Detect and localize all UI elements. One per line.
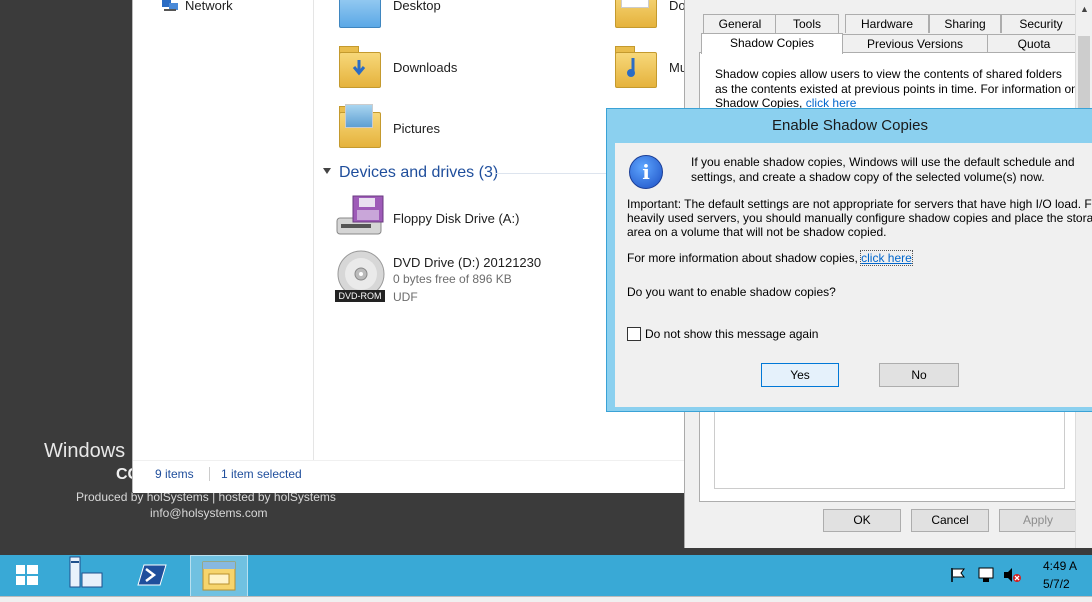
dialog-msg1-line2: settings, and create a shadow copy of th…	[691, 170, 1045, 184]
dvd-rom-badge: DVD-ROM	[335, 290, 385, 302]
dialog-more-info: For more information about shadow copies…	[627, 250, 913, 266]
window-bottom-edge	[0, 596, 1092, 602]
status-selection: 1 item selected	[221, 467, 302, 481]
downloads-folder-icon[interactable]	[337, 42, 381, 88]
navigation-pane: Network	[133, 0, 314, 460]
status-bar: 9 items 1 item selected	[133, 460, 685, 493]
ok-button[interactable]: OK	[823, 509, 901, 532]
apply-button[interactable]: Apply	[999, 509, 1077, 532]
dont-show-checkbox[interactable]	[627, 327, 641, 341]
enable-shadow-copies-dialog: Enable Shadow Copies i If you enable sha…	[606, 108, 1092, 412]
folder-label-pictures[interactable]: Pictures	[393, 121, 440, 136]
nav-item-network[interactable]: Network	[185, 0, 233, 13]
more-info-link[interactable]: click here	[860, 250, 913, 266]
dialog-msg2-line1: Important: The default settings are not …	[627, 197, 1092, 211]
clock-date[interactable]: 5/7/2	[1043, 577, 1070, 591]
dont-show-label[interactable]: Do not show this message again	[645, 327, 818, 341]
cancel-button[interactable]: Cancel	[911, 509, 989, 532]
tab-previous-versions[interactable]: Previous Versions	[841, 34, 989, 53]
folder-label-downloads[interactable]: Downloads	[393, 60, 457, 75]
drive-label-floppy[interactable]: Floppy Disk Drive (A:)	[393, 211, 519, 226]
collapse-arrow-icon[interactable]	[323, 168, 331, 174]
tab-security[interactable]: Security	[1001, 14, 1081, 33]
action-center-flag-icon[interactable]	[950, 567, 968, 586]
desktop-folder-icon[interactable]	[337, 0, 381, 28]
taskbar: 4:49 A 5/7/2	[0, 555, 1092, 601]
volume-muted-icon[interactable]	[1002, 567, 1022, 586]
powershell-button[interactable]	[126, 555, 176, 595]
music-folder-icon[interactable]	[613, 42, 657, 88]
dialog-msg1-line1: If you enable shadow copies, Windows wil…	[691, 155, 1075, 169]
dialog-body: i If you enable shadow copies, Windows w…	[615, 143, 1092, 407]
file-explorer-icon	[202, 561, 236, 591]
network-tray-icon[interactable]	[978, 567, 996, 586]
tab-sharing[interactable]: Sharing	[929, 14, 1001, 33]
drive-filesystem: UDF	[393, 290, 418, 304]
documents-folder-icon[interactable]	[613, 0, 657, 28]
scroll-up-icon[interactable]: ▲	[1080, 4, 1089, 14]
file-explorer-button[interactable]	[190, 555, 248, 597]
yes-button[interactable]: Yes	[761, 363, 839, 387]
watermark-email: info@holsystems.com	[150, 506, 268, 520]
tab-tools[interactable]: Tools	[775, 14, 839, 33]
no-button[interactable]: No	[879, 363, 959, 387]
status-item-count: 9 items	[155, 467, 194, 481]
dialog-question: Do you want to enable shadow copies?	[627, 285, 836, 299]
tab-general[interactable]: General	[703, 14, 777, 33]
drive-label-dvd[interactable]: DVD Drive (D:) 20121230	[393, 255, 541, 270]
dvd-drive-icon[interactable]: DVD-ROM	[333, 250, 389, 306]
dialog-msg2-line2: heavily used servers, you should manuall…	[627, 211, 1092, 225]
drive-free-space: 0 bytes free of 896 KB	[393, 272, 512, 286]
powershell-icon	[137, 564, 167, 586]
tab-quota[interactable]: Quota	[987, 34, 1081, 53]
pictures-folder-icon[interactable]	[337, 102, 381, 148]
start-button[interactable]	[6, 555, 46, 595]
dialog-msg2-line3: area on a volume that will not be shadow…	[627, 225, 887, 239]
server-manager-button[interactable]	[62, 555, 112, 595]
dialog-title: Enable Shadow Copies	[772, 117, 928, 134]
network-icon	[161, 0, 179, 12]
server-manager-icon	[69, 556, 103, 588]
volumes-list[interactable]	[714, 405, 1065, 489]
windows-logo-icon	[16, 565, 38, 585]
folder-label-desktop[interactable]: Desktop	[393, 0, 441, 13]
watermark-windows: Windows	[44, 440, 126, 462]
shadow-desc-line1: Shadow copies allow users to view the co…	[715, 67, 1062, 81]
tab-shadow-copies[interactable]: Shadow Copies	[701, 33, 843, 54]
floppy-drive-icon[interactable]	[333, 194, 385, 240]
status-divider	[209, 467, 210, 481]
section-header-devices[interactable]: Devices and drives (3)	[339, 164, 498, 182]
file-explorer-window: Network Desktop Downloads Pictures Do Mu…	[132, 0, 687, 493]
tab-hardware[interactable]: Hardware	[845, 14, 929, 33]
shadow-desc-line2: as the contents existed at previous poin…	[715, 82, 1078, 96]
info-icon: i	[629, 155, 663, 189]
clock-time[interactable]: 4:49 A	[1043, 559, 1077, 573]
